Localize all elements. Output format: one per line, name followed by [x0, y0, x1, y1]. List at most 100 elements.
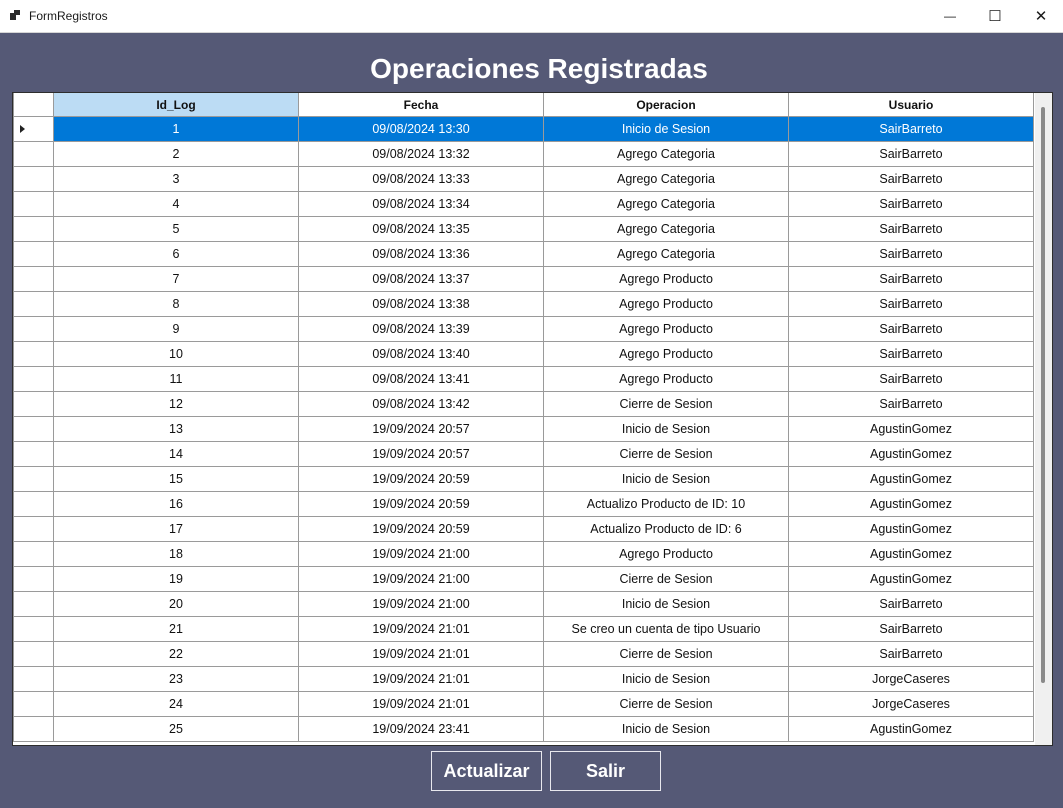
table-row[interactable]: 9 09/08/2024 13:39 Agrego Producto SairBarr…: [13, 316, 1034, 342]
cell-operacion[interactable]: Actualizo Producto de ID: 6: [543, 516, 789, 542]
table-row[interactable]: 7 09/08/2024 13:37 Agrego Producto SairBarr…: [13, 266, 1034, 292]
cell-usuario[interactable]: SairBarreto: [788, 641, 1034, 667]
cell-operacion[interactable]: Inicio de Sesion: [543, 666, 789, 692]
table-row[interactable]: 12 09/08/2024 13:42 Cierre de Sesion SairBa…: [13, 391, 1034, 417]
table-row[interactable]: 20 19/09/2024 21:00 Inicio de Sesion SairBa…: [13, 591, 1034, 617]
cell-id-log[interactable]: 15: [53, 466, 299, 492]
cell-operacion[interactable]: Agrego Categoria: [543, 241, 789, 267]
cell-usuario[interactable]: SairBarreto: [788, 341, 1034, 367]
row-header[interactable]: [13, 241, 54, 267]
column-header-fecha[interactable]: Fecha: [298, 93, 544, 117]
cell-operacion[interactable]: Agrego Producto: [543, 366, 789, 392]
row-header[interactable]: [13, 516, 54, 542]
cell-usuario[interactable]: SairBarreto: [788, 216, 1034, 242]
cell-id-log[interactable]: 17: [53, 516, 299, 542]
table-row[interactable]: 3 09/08/2024 13:33 Agrego Categoria SairBar…: [13, 166, 1034, 192]
table-row[interactable]: 8 09/08/2024 13:38 Agrego Producto SairBarr…: [13, 291, 1034, 317]
exit-button[interactable]: Salir: [550, 751, 661, 791]
cell-usuario[interactable]: JorgeCaseres: [788, 666, 1034, 692]
cell-fecha[interactable]: 09/08/2024 13:41: [298, 366, 544, 392]
cell-fecha[interactable]: 19/09/2024 20:57: [298, 441, 544, 467]
cell-usuario[interactable]: SairBarreto: [788, 616, 1034, 642]
table-row[interactable]: 18 19/09/2024 21:00 Agrego Producto Agustin…: [13, 541, 1034, 567]
table-row[interactable]: 25 19/09/2024 23:41 Inicio de Sesion Agusti…: [13, 716, 1034, 742]
cell-operacion[interactable]: Agrego Categoria: [543, 166, 789, 192]
cell-fecha[interactable]: 19/09/2024 21:00: [298, 591, 544, 617]
row-header[interactable]: [13, 441, 54, 467]
cell-operacion[interactable]: Inicio de Sesion: [543, 416, 789, 442]
row-header[interactable]: [13, 466, 54, 492]
cell-fecha[interactable]: 19/09/2024 21:01: [298, 616, 544, 642]
cell-id-log[interactable]: 25: [53, 716, 299, 742]
cell-id-log[interactable]: 4: [53, 191, 299, 217]
cell-id-log[interactable]: 18: [53, 541, 299, 567]
cell-usuario[interactable]: SairBarreto: [788, 316, 1034, 342]
cell-usuario[interactable]: AgustinGomez: [788, 566, 1034, 592]
cell-fecha[interactable]: 09/08/2024 13:42: [298, 391, 544, 417]
cell-id-log[interactable]: 11: [53, 366, 299, 392]
cell-usuario[interactable]: AgustinGomez: [788, 716, 1034, 742]
cell-fecha[interactable]: 09/08/2024 13:39: [298, 316, 544, 342]
cell-operacion[interactable]: Inicio de Sesion: [543, 466, 789, 492]
cell-fecha[interactable]: 09/08/2024 13:38: [298, 291, 544, 317]
cell-usuario[interactable]: SairBarreto: [788, 241, 1034, 267]
table-row[interactable]: 15 19/09/2024 20:59 Inicio de Sesion Agusti…: [13, 466, 1034, 492]
cell-id-log[interactable]: 2: [53, 141, 299, 167]
table-row[interactable]: 13 19/09/2024 20:57 Inicio de Sesion Agusti…: [13, 416, 1034, 442]
row-header[interactable]: [13, 291, 54, 317]
cell-fecha[interactable]: 19/09/2024 21:01: [298, 666, 544, 692]
cell-operacion[interactable]: Cierre de Sesion: [543, 566, 789, 592]
cell-operacion[interactable]: Cierre de Sesion: [543, 391, 789, 417]
table-row[interactable]: 17 19/09/2024 20:59 Actualizo Producto de …: [13, 516, 1034, 542]
table-row[interactable]: 16 19/09/2024 20:59 Actualizo Producto de …: [13, 491, 1034, 517]
row-header[interactable]: [13, 666, 54, 692]
row-header[interactable]: [13, 341, 54, 367]
table-row[interactable]: 24 19/09/2024 21:01 Cierre de Sesion JorgeC…: [13, 691, 1034, 717]
row-header[interactable]: [13, 716, 54, 742]
cell-fecha[interactable]: 19/09/2024 20:59: [298, 491, 544, 517]
cell-fecha[interactable]: 19/09/2024 20:59: [298, 516, 544, 542]
cell-operacion[interactable]: Actualizo Producto de ID: 10: [543, 491, 789, 517]
row-header[interactable]: [13, 316, 54, 342]
row-header[interactable]: [13, 191, 54, 217]
cell-operacion[interactable]: Agrego Categoria: [543, 191, 789, 217]
cell-fecha[interactable]: 19/09/2024 21:01: [298, 641, 544, 667]
cell-id-log[interactable]: 19: [53, 566, 299, 592]
cell-id-log[interactable]: 12: [53, 391, 299, 417]
column-header-usuario[interactable]: Usuario: [788, 93, 1034, 117]
row-header[interactable]: [13, 641, 54, 667]
refresh-button[interactable]: Actualizar: [431, 751, 542, 791]
table-row[interactable]: 6 09/08/2024 13:36 Agrego Categoria SairBar…: [13, 241, 1034, 267]
row-header[interactable]: [13, 491, 54, 517]
cell-id-log[interactable]: 20: [53, 591, 299, 617]
cell-usuario[interactable]: SairBarreto: [788, 266, 1034, 292]
cell-operacion[interactable]: Inicio de Sesion: [543, 591, 789, 617]
cell-operacion[interactable]: Inicio de Sesion: [543, 116, 789, 142]
cell-operacion[interactable]: Agrego Categoria: [543, 141, 789, 167]
cell-fecha[interactable]: 09/08/2024 13:35: [298, 216, 544, 242]
table-row[interactable]: 19 19/09/2024 21:00 Cierre de Sesion Agusti…: [13, 566, 1034, 592]
maximize-button[interactable]: ☐: [972, 0, 1018, 32]
cell-id-log[interactable]: 22: [53, 641, 299, 667]
cell-fecha[interactable]: 09/08/2024 13:40: [298, 341, 544, 367]
vertical-scrollbar[interactable]: [1035, 93, 1052, 745]
table-row[interactable]: 21 19/09/2024 21:01 Se creo un cuenta de t…: [13, 616, 1034, 642]
cell-usuario[interactable]: SairBarreto: [788, 591, 1034, 617]
cell-usuario[interactable]: AgustinGomez: [788, 441, 1034, 467]
cell-usuario[interactable]: SairBarreto: [788, 116, 1034, 142]
cell-fecha[interactable]: 09/08/2024 13:33: [298, 166, 544, 192]
cell-operacion[interactable]: Se creo un cuenta de tipo Usuario: [543, 616, 789, 642]
cell-operacion[interactable]: Agrego Producto: [543, 541, 789, 567]
cell-id-log[interactable]: 1: [53, 116, 299, 142]
cell-operacion[interactable]: Cierre de Sesion: [543, 691, 789, 717]
row-header[interactable]: [13, 416, 54, 442]
cell-fecha[interactable]: 09/08/2024 13:34: [298, 191, 544, 217]
cell-id-log[interactable]: 14: [53, 441, 299, 467]
row-header[interactable]: [13, 266, 54, 292]
cell-id-log[interactable]: 7: [53, 266, 299, 292]
cell-id-log[interactable]: 13: [53, 416, 299, 442]
row-header[interactable]: [13, 566, 54, 592]
cell-fecha[interactable]: 19/09/2024 21:00: [298, 566, 544, 592]
cell-fecha[interactable]: 19/09/2024 20:57: [298, 416, 544, 442]
table-row[interactable]: 1 09/08/2024 13:30 Inicio de Sesion SairBar…: [13, 116, 1034, 142]
